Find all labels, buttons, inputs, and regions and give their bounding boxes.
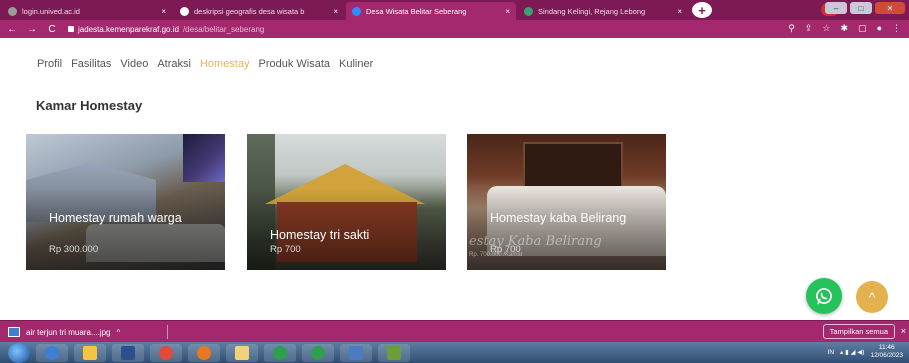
favicon-icon <box>8 6 17 16</box>
explorer-icon <box>235 345 249 360</box>
word-icon <box>349 345 363 360</box>
homestay-card[interactable]: Homestay tri sakti Rp 700 <box>247 134 446 270</box>
taskbar-app[interactable] <box>302 343 334 362</box>
nav-homestay[interactable]: Homestay <box>200 58 250 70</box>
firefox-icon <box>197 345 211 360</box>
browser-tab-3[interactable]: Desa Wisata Belitar Seberang × <box>346 2 516 20</box>
nav-fasilitas[interactable]: Fasilitas <box>71 58 111 70</box>
favicon-icon <box>180 6 189 16</box>
card-price: Rp 700 <box>270 244 301 255</box>
taskbar-app[interactable] <box>36 343 68 362</box>
media-player-icon <box>121 345 135 360</box>
side-panel-icon[interactable]: ▢ <box>858 23 867 34</box>
minimize-button[interactable]: – <box>825 2 847 14</box>
share-icon[interactable]: ⇪ <box>805 23 813 34</box>
card-title: Homestay tri sakti <box>270 228 370 242</box>
close-window-button[interactable]: ✕ <box>875 2 905 14</box>
favicon-icon <box>352 6 361 16</box>
windows-taskbar: IN ▴ ▮ ◢ ◀) 11:46 12/06/2023 <box>0 342 909 363</box>
tab-title: Desa Wisata Belitar Seberang <box>366 6 467 16</box>
card-title: Homestay kaba Belirang <box>490 211 627 225</box>
address-bar: ← → C jadesta.kemenparekraf.go.id/desa/b… <box>0 20 909 38</box>
clock[interactable]: 11:46 12/06/2023 <box>870 344 903 360</box>
chrome-icon <box>273 345 287 360</box>
download-item[interactable]: air terjun tri muara....jpg ^ <box>8 325 168 339</box>
url-field[interactable]: jadesta.kemenparekraf.go.id/desa/belitar… <box>68 25 264 34</box>
chrome-icon <box>159 345 173 360</box>
browser-tab-1[interactable]: login.unived.ac.id × <box>2 2 172 20</box>
tab-title: Sindang Kelingi, Rejang Lebong <box>538 6 646 16</box>
taskbar-app[interactable] <box>340 343 372 362</box>
nav-profil[interactable]: Profil <box>37 58 62 70</box>
forward-button[interactable]: → <box>24 24 40 35</box>
taskbar-app[interactable] <box>150 343 182 362</box>
scroll-top-button[interactable]: ^ <box>856 281 888 313</box>
nav-atraksi[interactable]: Atraksi <box>157 58 191 70</box>
image-file-icon <box>8 327 20 337</box>
clock-time: 11:46 <box>878 344 895 351</box>
card-title: Homestay rumah warga <box>49 211 182 225</box>
tab-title: deskripsi geografis desa wisata b <box>194 6 305 16</box>
maximize-button[interactable]: □ <box>850 2 872 14</box>
extensions-icon[interactable]: ✱ <box>841 23 849 34</box>
nav-produk-wisata[interactable]: Produk Wisata <box>259 58 331 70</box>
close-download-bar-icon[interactable]: × <box>901 326 906 336</box>
web-page: Profil Fasilitas Video Atraksi Homestay … <box>0 38 909 320</box>
folder-icon <box>83 345 97 360</box>
taskbar-app[interactable] <box>112 343 144 362</box>
url-path: /desa/belitar_seberang <box>182 24 265 34</box>
whatsapp-button[interactable] <box>806 278 842 314</box>
card-price: Rp 300.000 <box>49 244 99 255</box>
tab-title: login.unived.ac.id <box>22 6 80 16</box>
system-tray: IN ▴ ▮ ◢ ◀) 11:46 12/06/2023 <box>828 344 903 360</box>
whatsapp-icon <box>816 288 832 305</box>
photo-watermark: estay Kaba Belirang <box>469 234 602 249</box>
download-filename: air terjun tri muara....jpg <box>26 327 111 337</box>
homestay-card[interactable]: Homestay rumah warga Rp 300.000 <box>26 134 225 270</box>
favicon-icon <box>524 6 533 16</box>
more-menu-icon[interactable]: ⋮ <box>892 23 901 34</box>
taskbar-app[interactable] <box>378 343 410 362</box>
tab-close-icon[interactable]: × <box>333 7 338 16</box>
new-tab-button[interactable]: + <box>692 2 712 18</box>
toolbar-icons: ⚲ ⇪ ☆ ✱ ▢ ● ⋮ <box>788 23 901 34</box>
network-icon[interactable]: ▴ ▮ ◢ ◀) <box>840 348 864 356</box>
zoom-icon[interactable]: ⚲ <box>788 23 795 34</box>
back-button[interactable]: ← <box>4 24 20 35</box>
tab-close-icon[interactable]: × <box>161 7 166 16</box>
village-nav-menu: Profil Fasilitas Video Atraksi Homestay … <box>37 58 373 70</box>
chrome-icon <box>311 345 325 360</box>
browser-tab-4[interactable]: Sindang Kelingi, Rejang Lebong × <box>518 2 688 20</box>
browser-tab-2[interactable]: deskripsi geografis desa wisata b × <box>174 2 344 20</box>
section-title: Kamar Homestay <box>36 98 143 113</box>
taskbar-app[interactable] <box>188 343 220 362</box>
nav-kuliner[interactable]: Kuliner <box>339 58 373 70</box>
nav-video[interactable]: Video <box>120 58 148 70</box>
taskbar-app[interactable] <box>226 343 258 362</box>
language-indicator[interactable]: IN <box>828 349 835 356</box>
internet-explorer-icon <box>45 345 59 360</box>
card-price: Rp 700 <box>490 244 521 255</box>
window-controls: – □ ✕ <box>825 2 905 14</box>
show-all-downloads-button[interactable]: Tampilkan semua <box>822 324 895 339</box>
reload-button[interactable]: C <box>44 24 60 35</box>
taskbar-app[interactable] <box>74 343 106 362</box>
bookmark-star-icon[interactable]: ☆ <box>822 23 830 34</box>
lock-icon <box>68 26 74 32</box>
clock-date: 12/06/2023 <box>870 352 903 359</box>
taskbar-app[interactable] <box>264 343 296 362</box>
tab-close-icon[interactable]: × <box>677 7 682 16</box>
url-host: jadesta.kemenparekraf.go.id <box>78 24 179 34</box>
homestay-card[interactable]: estay Kaba Belirang Rp. 700.000 /Kamar H… <box>467 134 666 270</box>
start-button[interactable] <box>8 342 30 363</box>
browser-tab-strip: login.unived.ac.id × deskripsi geografis… <box>0 0 909 20</box>
tab-close-icon[interactable]: × <box>505 7 510 16</box>
account-icon[interactable]: ● <box>877 23 882 34</box>
download-bar: air terjun tri muara....jpg ^ Tampilkan … <box>0 320 909 342</box>
excel-icon <box>387 345 401 360</box>
chevron-up-icon[interactable]: ^ <box>116 328 120 337</box>
